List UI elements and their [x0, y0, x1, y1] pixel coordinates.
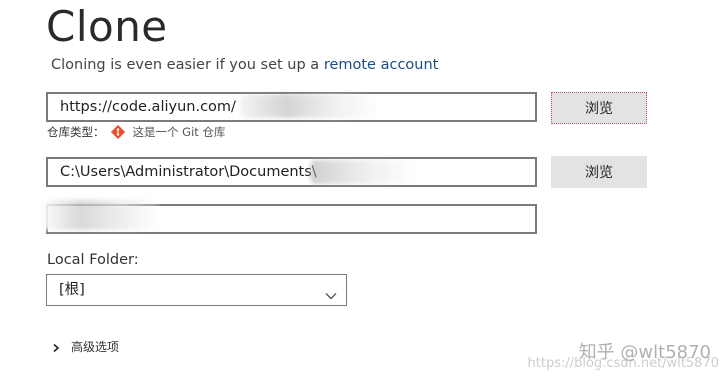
redacted-blur [240, 94, 380, 118]
local-folder-label: Local Folder: [47, 252, 139, 268]
redacted-blur [40, 200, 160, 230]
destination-path-input[interactable]: C:\Users\Administrator\Documents\ [46, 157, 537, 187]
browse-source-button[interactable]: 浏览 [551, 92, 647, 124]
remote-account-link[interactable]: remote account [324, 57, 439, 73]
repo-type-label: 仓库类型： [47, 125, 105, 139]
local-folder-value: [根] [59, 282, 85, 298]
git-icon [110, 124, 125, 140]
redacted-blur [310, 160, 415, 184]
subtitle-text: Cloning is even easier if you set up a [51, 57, 324, 73]
chevron-down-icon [324, 284, 338, 300]
chevron-right-icon [51, 342, 61, 352]
watermark-url: https://blog.csdn.net/wlt5870 [527, 356, 719, 371]
browse-destination-button[interactable]: 浏览 [551, 156, 647, 188]
advanced-options-label: 高级选项 [71, 340, 120, 354]
advanced-options-toggle[interactable]: 高级选项 [51, 338, 119, 355]
page-title: Clone [46, 2, 168, 51]
local-folder-select[interactable]: [根] [46, 274, 347, 306]
repo-type-value: 这是一个 Git 仓库 [132, 125, 226, 139]
source-url-value: https://code.aliyun.com/ [60, 99, 236, 115]
destination-path-value: C:\Users\Administrator\Documents\ [60, 164, 317, 180]
subtitle: Cloning is even easier if you set up a r… [51, 57, 438, 73]
repo-type-row: 仓库类型： 这是一个 Git 仓库 [47, 124, 225, 140]
